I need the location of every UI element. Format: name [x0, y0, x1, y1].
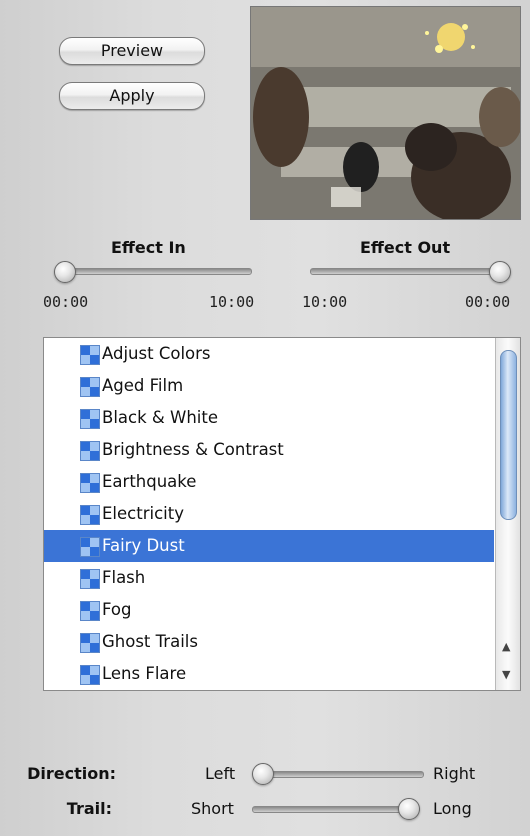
- effect-in-end-time: 10:00: [209, 293, 255, 311]
- apply-button[interactable]: Apply: [59, 82, 205, 110]
- effect-checker-icon: [80, 569, 100, 589]
- trail-slider-knob[interactable]: [398, 798, 420, 820]
- effect-in-heading: Effect In: [111, 238, 186, 257]
- list-item-label: Black & White: [102, 408, 218, 427]
- effect-in-slider-track[interactable]: [58, 268, 252, 275]
- effect-checker-icon: [80, 409, 100, 429]
- effect-preview-image: [250, 6, 521, 220]
- list-item[interactable]: Adjust Colors: [44, 338, 494, 370]
- effect-checker-icon: [80, 473, 100, 493]
- effects-list[interactable]: Adjust Colors Aged Film Black & White Br…: [43, 337, 521, 691]
- list-item-label: Electricity: [102, 504, 184, 523]
- list-item-label: Adjust Colors: [102, 344, 211, 363]
- effect-out-slider-knob[interactable]: [489, 261, 511, 283]
- effect-checker-icon: [80, 665, 100, 685]
- effect-in-slider-knob[interactable]: [54, 261, 76, 283]
- direction-slider-knob[interactable]: [252, 763, 274, 785]
- trail-min-label: Short: [191, 799, 234, 818]
- effect-in-start-time: 00:00: [43, 293, 89, 311]
- list-item[interactable]: Electricity: [44, 498, 494, 530]
- list-item[interactable]: Fog: [44, 594, 494, 626]
- list-item-label: Aged Film: [102, 376, 184, 395]
- effect-checker-icon: [80, 505, 100, 525]
- effect-checker-icon: [80, 345, 100, 365]
- effect-checker-icon: [80, 441, 100, 461]
- list-item-label: Ghost Trails: [102, 632, 198, 651]
- list-item-label: Earthquake: [102, 472, 197, 491]
- list-item-label: Fairy Dust: [102, 536, 185, 555]
- list-item-label: Lens Flare: [102, 664, 187, 683]
- list-item-label: Brightness & Contrast: [102, 440, 284, 459]
- direction-min-label: Left: [205, 764, 236, 783]
- effect-checker-icon: [80, 537, 100, 557]
- list-item[interactable]: Flash: [44, 562, 494, 594]
- list-item[interactable]: Earthquake: [44, 466, 494, 498]
- effect-out-slider-track[interactable]: [310, 268, 507, 275]
- effects-list-scrollbar[interactable]: ▲ ▼: [495, 338, 520, 690]
- list-item-label: Flash: [102, 568, 146, 587]
- effect-checker-icon: [80, 633, 100, 653]
- direction-label: Direction:: [27, 764, 116, 783]
- effect-checker-icon: [80, 377, 100, 397]
- list-item[interactable]: Ghost Trails: [44, 626, 494, 658]
- direction-max-label: Right: [433, 764, 476, 783]
- effect-out-end-time: 00:00: [465, 293, 511, 311]
- effect-out-start-time: 10:00: [302, 293, 348, 311]
- scroll-up-arrow-icon[interactable]: ▲: [502, 640, 510, 653]
- list-item-label: Fog: [102, 600, 132, 619]
- trail-max-label: Long: [433, 799, 472, 818]
- preview-frame-graphic: [251, 7, 520, 219]
- effect-checker-icon: [80, 601, 100, 621]
- preview-button[interactable]: Preview: [59, 37, 205, 65]
- direction-slider-track[interactable]: [256, 771, 424, 778]
- effect-out-heading: Effect Out: [360, 238, 451, 257]
- list-item[interactable]: Aged Film: [44, 370, 494, 402]
- list-item-selected[interactable]: Fairy Dust: [44, 530, 494, 562]
- trail-label: Trail:: [66, 799, 112, 818]
- scrollbar-thumb[interactable]: [500, 350, 517, 520]
- list-item[interactable]: Brightness & Contrast: [44, 434, 494, 466]
- list-item[interactable]: Lens Flare: [44, 658, 494, 690]
- scroll-down-arrow-icon[interactable]: ▼: [502, 668, 510, 681]
- trail-slider-track[interactable]: [252, 806, 420, 813]
- list-item[interactable]: Black & White: [44, 402, 494, 434]
